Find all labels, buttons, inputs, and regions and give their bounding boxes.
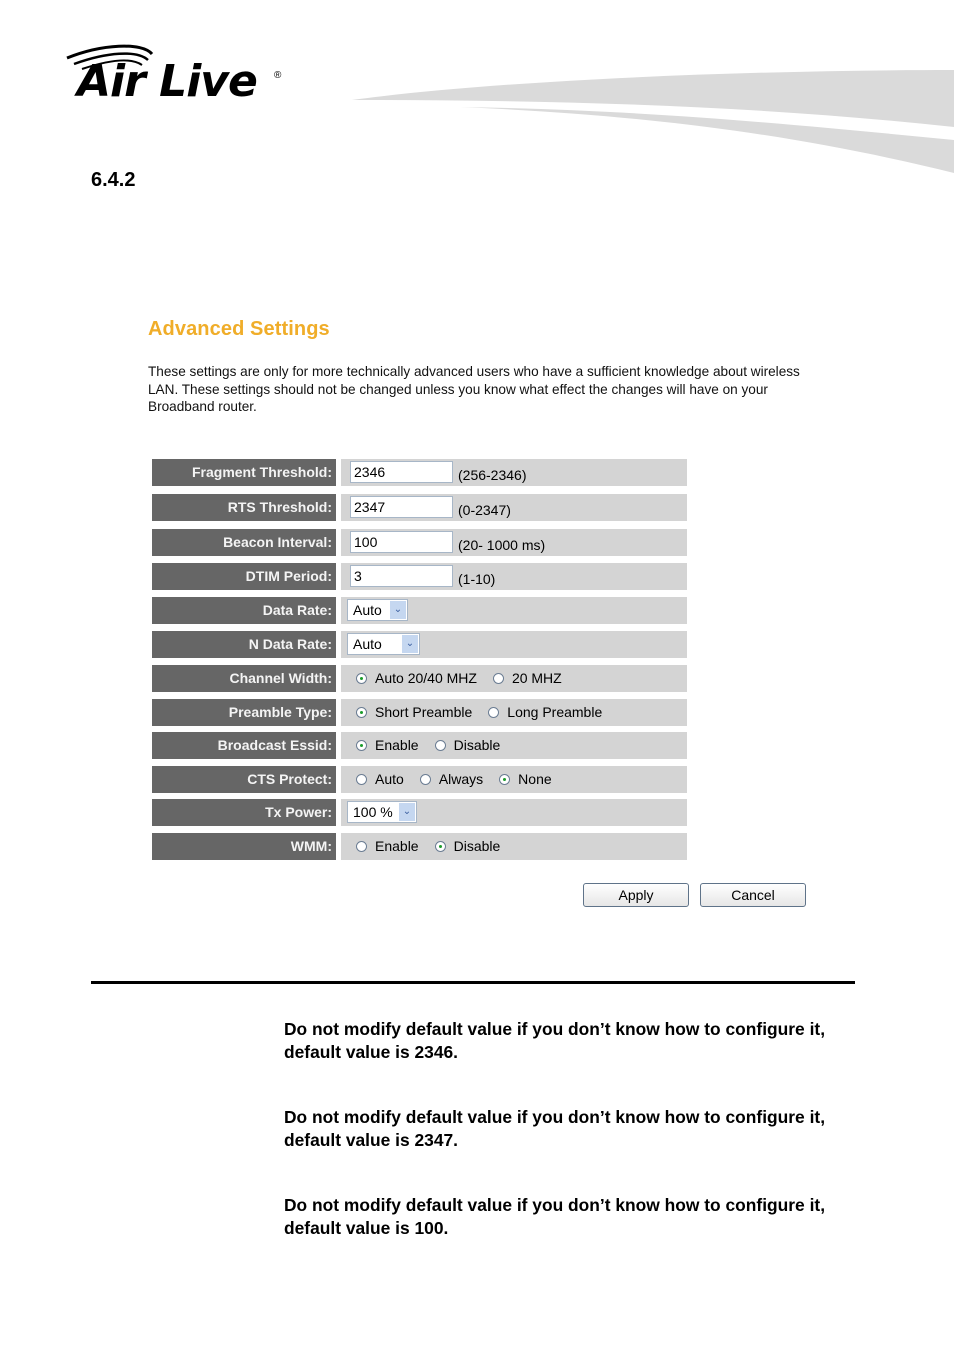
field-label: Data Rate: [152, 597, 336, 624]
chevron-down-icon[interactable]: ⌄ [390, 601, 406, 619]
field-label: Tx Power: [152, 799, 336, 826]
field-label: Beacon Interval: [152, 529, 336, 556]
field-label: DTIM Period: [152, 563, 336, 590]
row-rts-threshold: RTS Threshold: 2347 (0-2347) [152, 494, 687, 521]
row-dtim-period: DTIM Period: 3 (1-10) [152, 563, 687, 590]
range-hint: (256-2346) [458, 467, 527, 483]
radio-selected-icon[interactable] [434, 841, 446, 852]
apply-button[interactable]: Apply [583, 883, 689, 907]
dtim-period-input[interactable]: 3 [350, 565, 453, 587]
row-beacon-interval: Beacon Interval: 100 (20- 1000 ms) [152, 529, 687, 556]
data-rate-select[interactable]: Auto ⌄ [347, 599, 408, 621]
cancel-button[interactable]: Cancel [700, 883, 806, 907]
radio-label: Auto 20/40 MHZ [375, 670, 477, 686]
radio-auto-20-40[interactable]: Auto 20/40 MHZ [356, 665, 477, 692]
radio-label: Enable [375, 737, 419, 753]
fragment-threshold-input[interactable]: 2346 [350, 461, 453, 483]
field-label: N Data Rate: [152, 631, 336, 658]
rts-threshold-input[interactable]: 2347 [350, 496, 453, 518]
registered-mark: ® [274, 70, 282, 81]
field-label: Preamble Type: [152, 699, 336, 726]
radio-short-preamble[interactable]: Short Preamble [356, 699, 472, 726]
radio-label: Auto [375, 771, 404, 787]
radio-label: None [518, 771, 552, 787]
brand-wordmark: Air Live [77, 56, 258, 107]
chevron-down-icon[interactable]: ⌄ [399, 803, 415, 821]
radio-label: Disable [453, 737, 501, 753]
radio-unselected-icon[interactable] [356, 774, 367, 785]
field-label: Broadcast Essid: [152, 732, 336, 759]
section-number: 6.4.2 [91, 169, 136, 191]
radio-cts-always[interactable]: Always [419, 766, 484, 793]
radio-unselected-icon[interactable] [419, 774, 431, 785]
row-fragment-threshold: Fragment Threshold: 2346 (256-2346) [152, 459, 687, 486]
row-wmm: WMM: Enable Disable [152, 833, 687, 860]
radio-essid-disable[interactable]: Disable [434, 732, 501, 759]
row-preamble-type: Preamble Type: Short Preamble Long Pream… [152, 699, 687, 726]
radio-label: Disable [453, 838, 501, 854]
n-data-rate-select[interactable]: Auto ⌄ [347, 633, 420, 655]
row-data-rate: Data Rate: Auto ⌄ [152, 597, 687, 624]
radio-unselected-icon[interactable] [492, 673, 504, 684]
radio-cts-auto[interactable]: Auto [356, 766, 404, 793]
radio-essid-enable[interactable]: Enable [356, 732, 419, 759]
panel-title: Advanced Settings [148, 318, 330, 340]
radio-selected-icon[interactable] [356, 673, 367, 684]
field-label: Fragment Threshold: [152, 459, 336, 486]
note-fragment-threshold: Do not modify default value if you don’t… [284, 1019, 826, 1062]
selected-value: Auto [353, 602, 382, 618]
range-hint: (0-2347) [458, 502, 511, 518]
radio-label: Long Preamble [507, 704, 603, 720]
radio-20mhz[interactable]: 20 MHZ [492, 665, 562, 692]
radio-selected-icon[interactable] [356, 740, 367, 751]
range-hint: (20- 1000 ms) [458, 537, 546, 553]
radio-wmm-enable[interactable]: Enable [356, 833, 419, 860]
row-n-data-rate: N Data Rate: Auto ⌄ [152, 631, 687, 658]
radio-label: Short Preamble [375, 704, 473, 720]
field-label: RTS Threshold: [152, 494, 336, 521]
section-divider [91, 981, 855, 984]
row-channel-width: Channel Width: Auto 20/40 MHZ 20 MHZ [152, 665, 687, 692]
tx-power-select[interactable]: 100 % ⌄ [347, 801, 417, 823]
radio-long-preamble[interactable]: Long Preamble [488, 699, 602, 726]
radio-label: 20 MHZ [511, 670, 562, 686]
airlive-logo: Air Live ® [62, 42, 292, 112]
note-beacon-interval: Do not modify default value if you don’t… [284, 1195, 826, 1238]
header-swoosh-decoration [352, 70, 954, 173]
field-label: WMM: [152, 833, 336, 860]
radio-label: Enable [375, 838, 419, 854]
beacon-interval-input[interactable]: 100 [350, 531, 453, 553]
panel-description: These settings are only for more technic… [148, 364, 800, 414]
row-broadcast-essid: Broadcast Essid: Enable Disable [152, 732, 687, 759]
radio-selected-icon[interactable] [499, 774, 511, 785]
selected-value: 100 % [353, 804, 393, 820]
radio-cts-none[interactable]: None [499, 766, 552, 793]
radio-wmm-disable[interactable]: Disable [434, 833, 501, 860]
radio-unselected-icon[interactable] [488, 707, 500, 718]
row-cts-protect: CTS Protect: Auto Always None [152, 766, 687, 793]
field-label: Channel Width: [152, 665, 336, 692]
row-tx-power: Tx Power: 100 % ⌄ [152, 799, 687, 826]
field-label: CTS Protect: [152, 766, 336, 793]
radio-unselected-icon[interactable] [356, 841, 367, 852]
selected-value: Auto [353, 636, 382, 652]
chevron-down-icon[interactable]: ⌄ [402, 635, 418, 653]
radio-label: Always [438, 771, 484, 787]
range-hint: (1-10) [458, 571, 496, 587]
radio-selected-icon[interactable] [356, 707, 367, 718]
note-rts-threshold: Do not modify default value if you don’t… [284, 1107, 826, 1150]
radio-unselected-icon[interactable] [434, 740, 446, 751]
